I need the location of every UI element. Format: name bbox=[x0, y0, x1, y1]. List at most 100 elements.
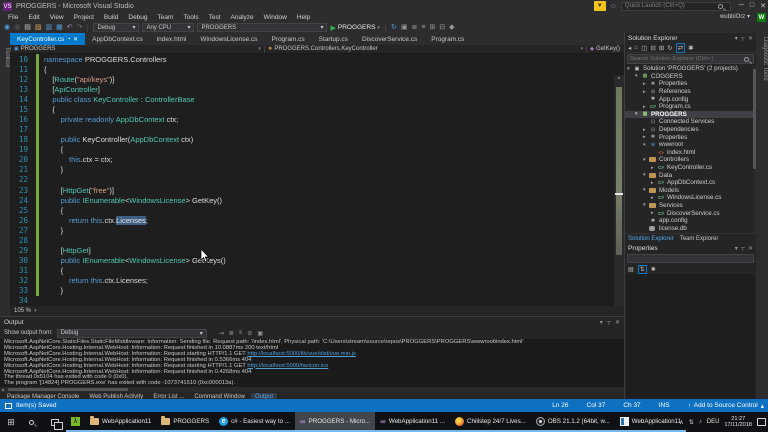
taskbar-app-webapplication11[interactable]: WebApplication11 bbox=[614, 412, 687, 432]
tab-startup-cs[interactable]: Startup.cs bbox=[312, 33, 355, 45]
pin-icon[interactable]: ┬ bbox=[741, 245, 745, 252]
close-button[interactable]: ✕ bbox=[760, 2, 766, 10]
go-to-previous-message-icon[interactable]: ≡ bbox=[239, 330, 243, 337]
close-icon[interactable]: ✕ bbox=[615, 319, 620, 326]
feedback-icon[interactable]: ▼ bbox=[593, 1, 606, 11]
scroll-left-icon[interactable]: ◀ bbox=[1, 387, 4, 392]
hidden-icons-chevron-icon[interactable]: ∧ bbox=[679, 419, 683, 426]
restart-icon[interactable]: ↻ bbox=[391, 24, 397, 32]
show-all-files-icon[interactable]: ⊞ bbox=[659, 44, 664, 52]
pin-icon[interactable]: ┬ bbox=[741, 35, 745, 42]
panel-tab-team-explorer[interactable]: Team Explorer bbox=[680, 236, 719, 242]
user-avatar[interactable]: W bbox=[757, 13, 766, 22]
tree-item-dependencies[interactable]: ▸Dependencies bbox=[625, 126, 756, 134]
menu-team[interactable]: Team bbox=[153, 14, 179, 21]
tree-item-app-config[interactable]: App.config bbox=[625, 95, 756, 103]
toolbox-tab[interactable]: Toolbox bbox=[0, 33, 10, 316]
tree-item-data[interactable]: ▾ Data bbox=[625, 171, 756, 179]
window-position-icon[interactable]: ▾ bbox=[600, 319, 603, 326]
tree-item-windowslicense-cs[interactable]: ▸WindowsLicense.cs bbox=[625, 194, 756, 202]
chevron-down-icon[interactable]: ▾ bbox=[258, 46, 261, 52]
tree-item-controllers[interactable]: ▾ Controllers bbox=[625, 156, 756, 164]
tree-item-coggers[interactable]: ▾COGGERS bbox=[625, 73, 756, 81]
panel-tab-solution-explorer[interactable]: Solution Explorer bbox=[628, 236, 674, 242]
back-icon[interactable]: ◂ bbox=[628, 44, 631, 52]
go-to-next-message-icon[interactable]: ≣ bbox=[229, 330, 234, 337]
scrollbar-thumb[interactable] bbox=[616, 87, 622, 255]
alphabetical-icon[interactable]: ⇅ bbox=[637, 264, 647, 274]
search-input[interactable] bbox=[628, 56, 744, 62]
close-icon[interactable]: ✕ bbox=[748, 245, 753, 252]
task-view-button[interactable] bbox=[44, 412, 66, 432]
output-console[interactable]: Microsoft.AspNetCore.StaticFiles.StaticF… bbox=[0, 339, 624, 387]
outdent-icon[interactable]: ⊟ bbox=[439, 24, 445, 32]
solution-platform-select[interactable]: Any CPU ▾ bbox=[142, 23, 195, 32]
tab-discoverservice-cs[interactable]: DiscoverService.cs bbox=[355, 33, 424, 45]
find-message-icon[interactable]: ⇥ bbox=[219, 330, 224, 337]
chevron-down-icon[interactable]: ▾ bbox=[34, 308, 37, 314]
breadcrumb-member[interactable]: ◆ GetKey() bbox=[590, 46, 620, 52]
navigate-forward-icon[interactable]: ◎ bbox=[14, 24, 20, 32]
home-icon[interactable]: ⌂ bbox=[634, 44, 638, 51]
tree-item-services[interactable]: ▾ Services bbox=[625, 202, 756, 210]
taskbar-search-button[interactable] bbox=[22, 412, 44, 432]
pin-icon[interactable]: ┬ bbox=[607, 319, 611, 326]
tree-item-program-cs[interactable]: ▸Program.cs bbox=[625, 103, 756, 111]
tree-item-license-db[interactable]: license.db bbox=[625, 224, 756, 232]
breadcrumb-project[interactable]: ▣ PROGGERS bbox=[14, 46, 55, 52]
tree-item-references[interactable]: ▸References bbox=[625, 88, 756, 96]
bookmark-icon[interactable]: ◆ bbox=[449, 24, 454, 32]
tree-item-index-html[interactable]: index.html bbox=[625, 149, 756, 157]
undo-icon[interactable]: ↶ bbox=[67, 24, 73, 32]
taskbar-app-webapplication11[interactable]: WebApplication11 bbox=[85, 412, 157, 432]
new-file-icon[interactable]: ▤ bbox=[24, 24, 31, 32]
tree-item-app-config[interactable]: app.config bbox=[625, 217, 756, 225]
network-icon[interactable]: ⇅ bbox=[689, 419, 694, 426]
maximize-button[interactable]: □ bbox=[750, 2, 754, 10]
menu-edit[interactable]: Edit bbox=[23, 14, 44, 21]
volume-icon[interactable]: ♪ bbox=[699, 419, 702, 425]
taskbar-app-lambda[interactable]: λ bbox=[66, 412, 85, 432]
menu-tools[interactable]: Tools bbox=[178, 14, 203, 21]
keyboard-language[interactable]: DEU bbox=[707, 419, 720, 425]
tab-windowslicense-cs[interactable]: WindowsLicense.cs bbox=[193, 33, 264, 45]
menu-window[interactable]: Window bbox=[259, 14, 292, 21]
close-icon[interactable]: ✕ bbox=[748, 35, 753, 42]
sync-with-active-document-icon[interactable]: ⇄ bbox=[675, 42, 686, 53]
properties-icon[interactable]: ✱ bbox=[688, 44, 693, 52]
menu-debug[interactable]: Debug bbox=[123, 14, 152, 21]
solution-explorer-search[interactable] bbox=[627, 54, 754, 64]
comment-icon[interactable]: ≣ bbox=[411, 24, 417, 32]
redo-icon[interactable]: ↷ bbox=[77, 24, 83, 32]
indent-icon[interactable]: ⊞ bbox=[429, 24, 435, 32]
start-debugging-button[interactable]: ▶ PROGGERS ▾ bbox=[330, 24, 379, 32]
startup-project-select[interactable]: PROGGERS ▾ bbox=[197, 23, 328, 32]
save-icon[interactable]: ▥ bbox=[45, 24, 52, 32]
menu-file[interactable]: File bbox=[3, 14, 23, 21]
tree-item-wwwroot[interactable]: ▾wwwroot bbox=[625, 141, 756, 149]
menu-help[interactable]: Help bbox=[292, 14, 315, 21]
chevron-down-icon[interactable]: ▾ bbox=[581, 46, 584, 52]
start-button[interactable]: ⊞ bbox=[0, 412, 22, 432]
switch-views-icon[interactable]: ◫ bbox=[641, 44, 647, 52]
word-wrap-icon[interactable]: ▣ bbox=[257, 330, 263, 337]
close-icon[interactable]: ✕ bbox=[73, 36, 78, 43]
add-to-source-control-button[interactable]: ↑ Add to Source Control ▴ bbox=[688, 402, 764, 410]
zoom-level-select[interactable]: 105 % bbox=[14, 308, 31, 314]
menu-test[interactable]: Test bbox=[204, 14, 226, 21]
property-pages-icon[interactable]: ✱ bbox=[651, 266, 656, 273]
tree-item-appdbcontext-cs[interactable]: ▸AppDbContext.cs bbox=[625, 179, 756, 187]
tree-item-proggers[interactable]: ▾PROGGERS bbox=[625, 110, 756, 119]
scroll-up-icon[interactable]: ▲ bbox=[614, 75, 624, 81]
clear-all-icon[interactable]: ⊘ bbox=[247, 330, 252, 337]
taskbar-app-c-easiest-way-to[interactable]: e c# - Easiest way to ... bbox=[214, 412, 295, 432]
build-icon[interactable]: ▣ bbox=[401, 24, 408, 32]
output-horizontal-scrollbar[interactable]: ◀ bbox=[0, 387, 624, 392]
tab-program-cs[interactable]: Program.cs bbox=[264, 33, 311, 45]
taskbar-app-chillstep-24-7-lives[interactable]: Chillstep 24/7 Lives... bbox=[450, 412, 531, 432]
breadcrumb-type[interactable]: ❖ PROGGERS.Controllers.KeyController bbox=[268, 46, 378, 52]
code-editor[interactable]: 10 namespace PROGGERS.Controllers 11{12 [R… bbox=[10, 54, 624, 306]
editor-vertical-scrollbar[interactable]: ▲ ▼ bbox=[614, 75, 624, 306]
solution-configuration-select[interactable]: Debug ▾ bbox=[93, 23, 140, 32]
taskbar-clock[interactable]: 21:27 17/11/2018 bbox=[724, 416, 752, 428]
